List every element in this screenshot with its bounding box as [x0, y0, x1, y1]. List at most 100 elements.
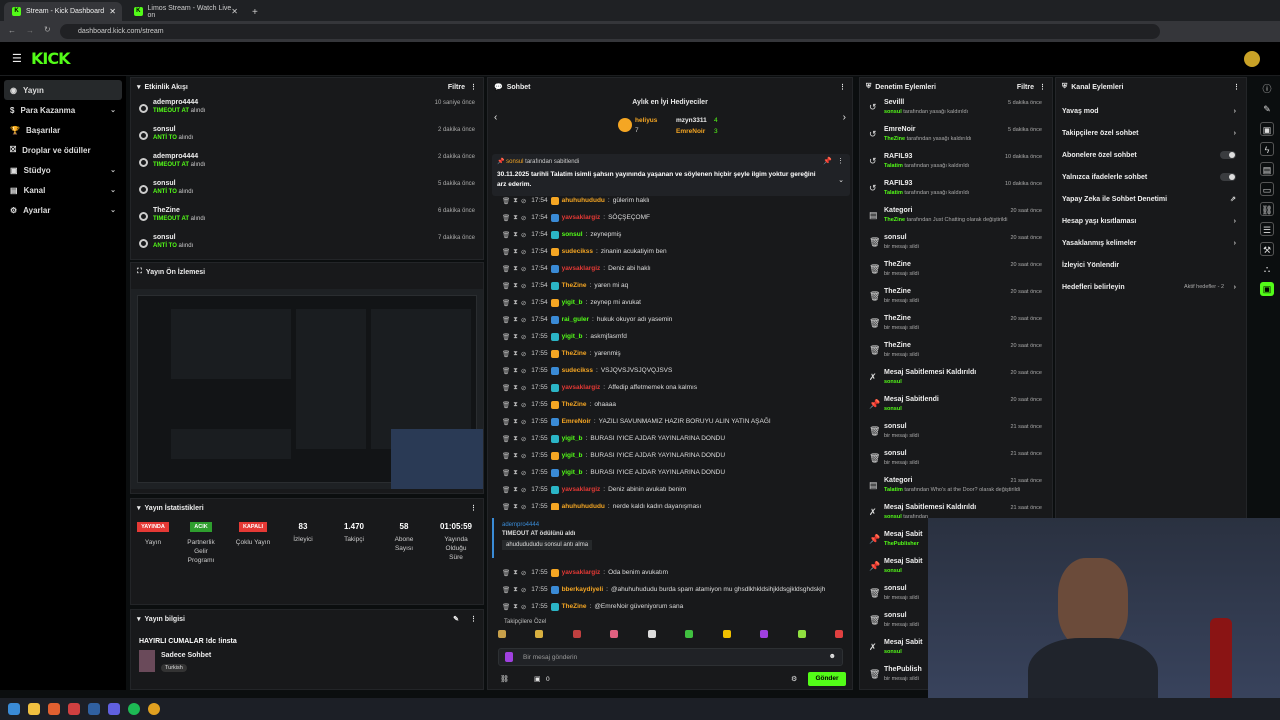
- timeout-icon[interactable]: ⧗: [513, 503, 518, 511]
- chat-message[interactable]: 🗑 ⧗ ⊘ 17:55 yigit_b: BURASI IYICE AJDAR YAYIN…: [488, 447, 852, 464]
- activity-user[interactable]: TheZine: [153, 207, 180, 214]
- modlog-row[interactable]: ↺ RAFIL93 Talatim tarafından yasağı kaldır…: [860, 150, 1052, 177]
- message-user[interactable]: yigit_b: [562, 469, 583, 476]
- timeout-icon[interactable]: ⧗: [513, 435, 518, 443]
- modlog-row[interactable]: ▤ Kategori Talatim tarafından Who's at the…: [860, 474, 1052, 501]
- chevron-right-icon[interactable]: ›: [1234, 130, 1236, 137]
- delete-icon[interactable]: 🗑: [502, 197, 510, 205]
- chat-message[interactable]: 🗑 ⧗ ⊘ 17:54 TheZine: yaren mi aq: [488, 277, 852, 294]
- message-user[interactable]: yavsaklargiz: [562, 214, 601, 221]
- timeout-icon[interactable]: ⧗: [513, 282, 518, 290]
- ban-icon[interactable]: ⊘: [521, 384, 526, 392]
- link-icon[interactable]: ⛓: [500, 675, 509, 683]
- channel-action-7[interactable]: İzleyici Yönlendir: [1056, 254, 1246, 276]
- bolt-icon[interactable]: ϟ: [1260, 142, 1274, 156]
- chat-message[interactable]: 🗑 ⧗ ⊘ 17:54 sudecikss: zinanin acukatiyim ben: [488, 243, 852, 260]
- emote-icon[interactable]: [498, 630, 506, 638]
- ban-icon[interactable]: ⊘: [521, 569, 526, 577]
- chat-message[interactable]: 🗑 ⧗ ⊘ 17:54 rai_guler: hukuk okuyor adı yasem…: [488, 311, 852, 328]
- ban-icon[interactable]: ⊘: [521, 586, 526, 594]
- back-icon[interactable]: ←: [8, 26, 16, 35]
- modlog-row[interactable]: 🗑 sonsul bir mesajı sildi 21 saat önce: [860, 420, 1052, 447]
- timeout-icon[interactable]: ⧗: [513, 299, 518, 307]
- message-user[interactable]: TheZine: [562, 282, 587, 289]
- timeout-icon[interactable]: ⧗: [513, 401, 518, 409]
- chat-icon[interactable]: ▭: [1260, 182, 1274, 196]
- browser-tab-2[interactable]: K Limos Stream - Watch Live on ✕: [126, 2, 244, 21]
- activity-row[interactable]: TheZine TIMEOUT AT alındı 6 dakika önce: [131, 204, 483, 231]
- activity-row[interactable]: adempro4444 TIMEOUT AT alındı 10 saniye ön…: [131, 96, 483, 123]
- emote-icon[interactable]: [535, 630, 544, 638]
- discord-icon[interactable]: [108, 703, 120, 715]
- more-icon[interactable]: ⋮: [839, 83, 846, 91]
- emote-icon[interactable]: [610, 630, 619, 638]
- delete-icon[interactable]: 🗑: [502, 384, 510, 392]
- message-user[interactable]: ahuhuhududu: [562, 503, 605, 510]
- message-user[interactable]: TheZine: [562, 603, 587, 610]
- ban-icon[interactable]: ⊘: [521, 469, 526, 477]
- chat-message[interactable]: 🗑 ⧗ ⊘ 17:54 yavsaklargiz: Deniz abi haklı: [488, 260, 852, 277]
- emote-icon[interactable]: [722, 630, 731, 638]
- chat-message[interactable]: 🗑 ⧗ ⊘ 17:54 yavsaklargiz: SÖÇŞEÇOMF: [488, 209, 852, 226]
- timeout-icon[interactable]: ⧗: [513, 603, 518, 611]
- more-icon[interactable]: ⋮: [1233, 83, 1240, 91]
- chevron-down-icon[interactable]: ⌄: [110, 106, 116, 114]
- ban-icon[interactable]: ⊘: [521, 316, 526, 324]
- message-user[interactable]: TheZine: [562, 350, 587, 357]
- more-icon[interactable]: ⋮: [470, 615, 477, 623]
- message-user[interactable]: yavsaklargiz: [562, 265, 601, 272]
- menu-icon[interactable]: ☰: [12, 52, 22, 65]
- channel-action-3[interactable]: Yalnızca ifadelerle sohbet: [1056, 166, 1246, 188]
- delete-icon[interactable]: 🗑: [502, 231, 510, 239]
- timeout-icon[interactable]: ⧗: [513, 486, 518, 494]
- timeout-icon[interactable]: ⧗: [513, 197, 518, 205]
- list-icon[interactable]: ☰: [1260, 222, 1274, 236]
- delete-icon[interactable]: 🗑: [502, 418, 510, 426]
- send-button[interactable]: Gönder: [808, 672, 846, 686]
- chevron-down-icon[interactable]: ▾: [137, 83, 141, 91]
- category-name[interactable]: Sadece Sohbet: [161, 652, 211, 659]
- sidebar-item-4[interactable]: ▣ Stüdyo ⌄: [0, 160, 126, 180]
- modlog-row[interactable]: ▤ Kategori TheZine tarafından Just Chattin…: [860, 204, 1052, 231]
- ban-icon[interactable]: ⊘: [521, 265, 526, 273]
- more-icon[interactable]: ⋮: [1039, 83, 1046, 91]
- message-user[interactable]: bberkaydiyeli: [562, 586, 604, 593]
- timeout-icon[interactable]: ⧗: [513, 569, 518, 577]
- activity-row[interactable]: adempro4444 TIMEOUT AT alındı 2 dakika önc…: [131, 150, 483, 177]
- chevron-down-icon[interactable]: ⌄: [110, 166, 116, 174]
- modlog-row[interactable]: ✗ Mesaj Sabitlemesi Kaldırıldı sonsul 20 sa…: [860, 366, 1052, 393]
- chevron-right-icon[interactable]: ›: [1234, 108, 1236, 115]
- browser-tab-1[interactable]: K Stream - Kick Dashboard ✕: [4, 2, 122, 21]
- ban-icon[interactable]: ⊘: [521, 503, 526, 511]
- timeout-icon[interactable]: ⧗: [513, 265, 518, 273]
- message-user[interactable]: rai_guler: [562, 316, 589, 323]
- delete-icon[interactable]: 🗑: [502, 299, 510, 307]
- modlog-row[interactable]: 🗑 sonsul bir mesajı sildi 21 saat önce: [860, 447, 1052, 474]
- chat-message[interactable]: 🗑 ⧗ ⊘ 17:54 ahuhuhududu: gülerim haklı: [488, 192, 852, 209]
- info-icon[interactable]: ⓘ: [1260, 82, 1274, 96]
- modlog-row[interactable]: ↺ Sevilll sonsul tarafından yasağı kaldırı…: [860, 96, 1052, 123]
- channel-action-6[interactable]: Yasaklanmış kelimeler ›: [1056, 232, 1246, 254]
- panel-icon[interactable]: ▣: [1260, 122, 1274, 136]
- delete-icon[interactable]: 🗑: [502, 503, 510, 511]
- sidebar-item-3[interactable]: ⛝ Droplar ve ödüller: [0, 140, 126, 160]
- sidebar-item-6[interactable]: ⚙ Ayarlar ⌄: [0, 200, 126, 220]
- activity-user[interactable]: sonsul: [153, 126, 176, 133]
- emote-icon[interactable]: [797, 630, 806, 638]
- message-user[interactable]: yigit_b: [562, 452, 583, 459]
- activity-row[interactable]: sonsul ANTİ TO alındı 2 dakika önce: [131, 123, 483, 150]
- delete-icon[interactable]: 🗑: [502, 469, 510, 477]
- chat-message[interactable]: 🗑 ⧗ ⊘ 17:55 yigit_b: BURASI IYICE AJDAR YAYIN…: [488, 430, 852, 447]
- ban-icon[interactable]: ⊘: [521, 435, 526, 443]
- delete-icon[interactable]: 🗑: [502, 316, 510, 324]
- message-user[interactable]: sudecikss: [562, 367, 593, 374]
- ban-icon[interactable]: ⊘: [521, 603, 526, 611]
- more-icon[interactable]: ⋮: [470, 504, 477, 512]
- new-tab-icon[interactable]: +: [252, 7, 258, 18]
- message-user[interactable]: sudecikss: [562, 248, 593, 255]
- chat-message[interactable]: 🗑 ⧗ ⊘ 17:54 yigit_b: zeynep mi avukat: [488, 294, 852, 311]
- ban-icon[interactable]: ⊘: [521, 401, 526, 409]
- delete-icon[interactable]: 🗑: [502, 569, 510, 577]
- timeout-icon[interactable]: ⧗: [513, 418, 518, 426]
- emote-icon[interactable]: [647, 630, 656, 638]
